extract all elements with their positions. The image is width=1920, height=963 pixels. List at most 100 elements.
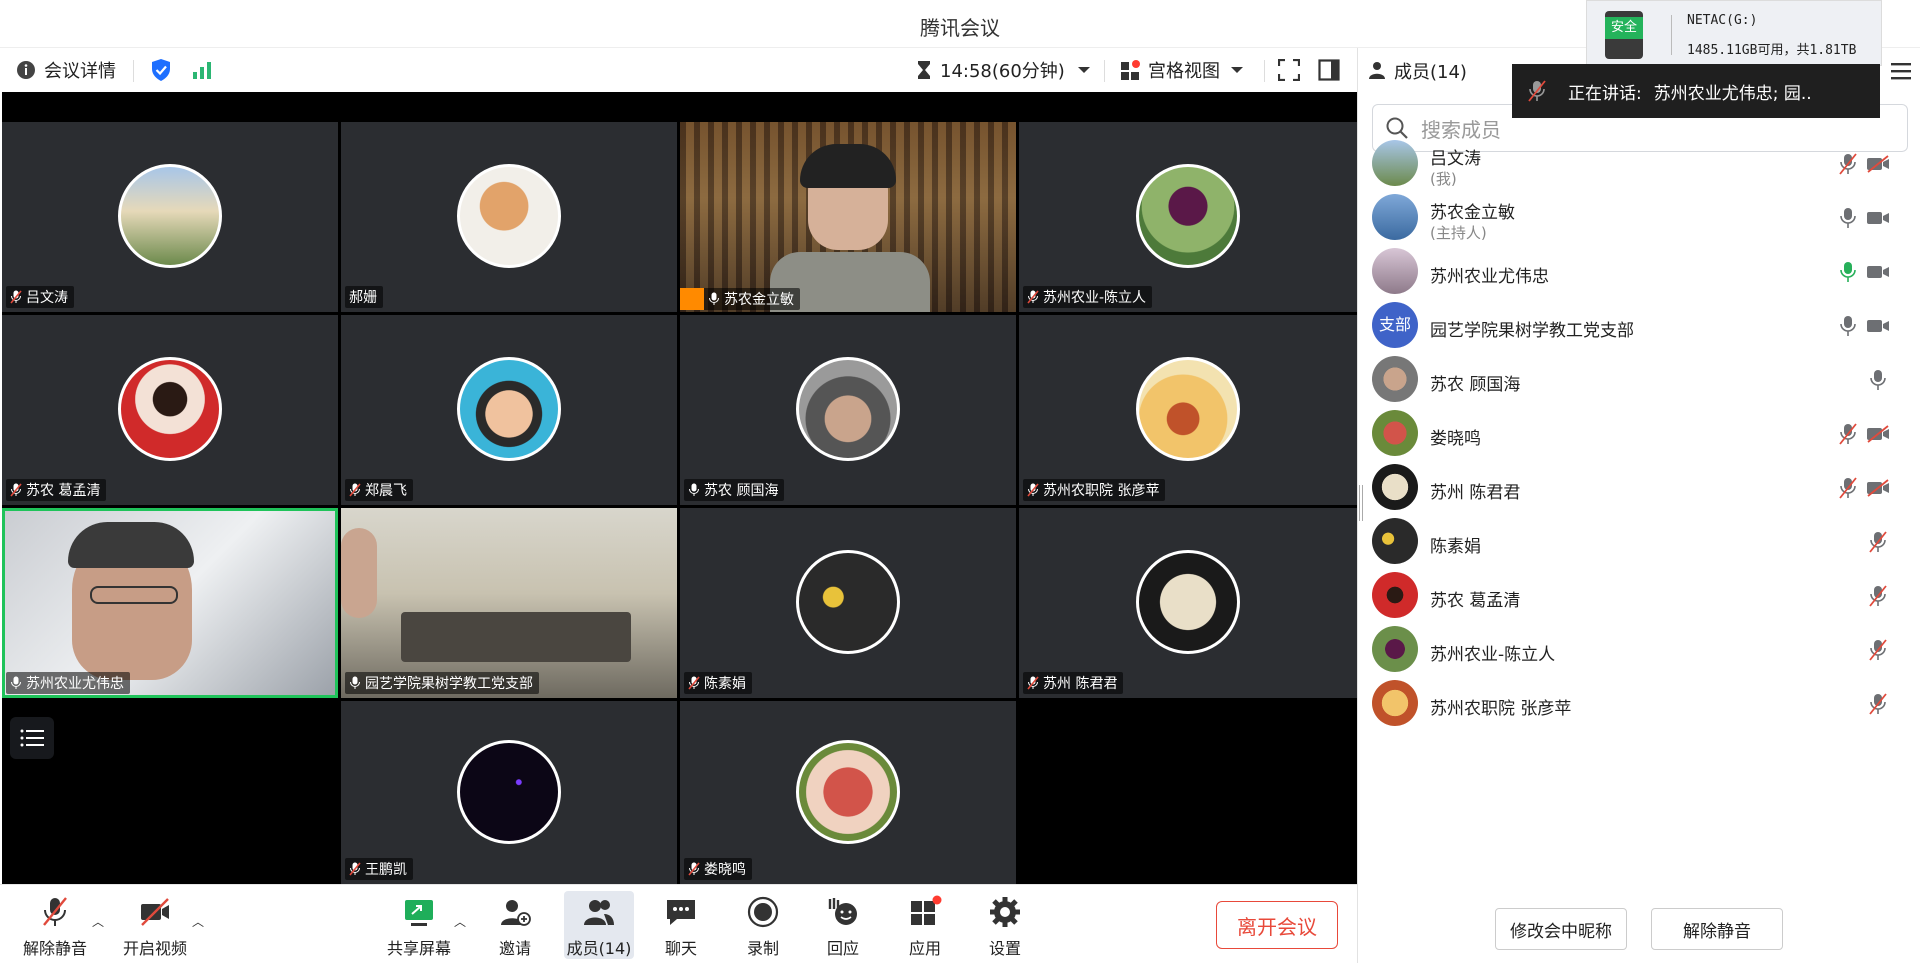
member-name: 吕文涛 <box>1430 149 1481 169</box>
avatar <box>1136 550 1240 654</box>
mic-muted-icon[interactable] <box>1838 423 1858 445</box>
toggle-sidebar-button[interactable] <box>1318 48 1340 92</box>
mic-icon[interactable] <box>1838 315 1858 337</box>
record-label: 录制 <box>746 939 779 958</box>
mic-icon[interactable] <box>1838 261 1858 283</box>
video-tile[interactable]: 王鹏凯 <box>341 701 677 884</box>
start-video-button[interactable]: 开启视频 <box>120 891 190 959</box>
more-menu-button[interactable] <box>1883 52 1919 90</box>
video-tile[interactable]: 郑晨飞 <box>341 315 677 505</box>
member-row[interactable]: 苏州农职院 张彦苹 <box>1372 676 1912 736</box>
member-avatar-text: 支部 <box>1378 315 1411 334</box>
chat-icon <box>667 900 695 925</box>
member-row[interactable]: 娄晓鸣 <box>1372 406 1912 466</box>
member-row[interactable]: 苏农 葛孟清 <box>1372 568 1912 628</box>
video-tile[interactable]: 吕文涛 <box>2 122 338 312</box>
mic-icon[interactable] <box>1838 207 1858 229</box>
mic-muted-icon[interactable] <box>1868 639 1888 661</box>
apps-button[interactable]: 应用 <box>890 891 960 959</box>
react-button[interactable]: 回应 <box>808 891 878 959</box>
member-name: 苏农金立敏 <box>1430 203 1515 223</box>
member-avatar <box>1372 572 1418 618</box>
mic-muted-icon[interactable] <box>1838 477 1858 499</box>
video-tile[interactable]: 苏州农业-陈立人 <box>1019 122 1357 312</box>
mic-muted-icon <box>43 897 67 926</box>
video-tile-camera[interactable]: 苏农金立敏 <box>680 122 1016 312</box>
video-tile-camera-active-speaker[interactable]: 苏州农业尤伟忠 <box>2 508 338 698</box>
mic-muted-icon[interactable] <box>1838 153 1858 175</box>
video-tile[interactable]: 苏农 葛孟清 <box>2 315 338 505</box>
mic-muted-icon[interactable] <box>1868 531 1888 553</box>
share-screen-icon <box>405 900 433 926</box>
mic-icon[interactable] <box>1868 369 1888 391</box>
members-panel: 成员(14) 搜索成员 吕文涛 (我) 苏农金立敏 (主持人) 苏州农业尤伟忠 支部 园艺学… <box>1357 48 1920 963</box>
meeting-timer[interactable]: 14:58(60分钟) <box>916 48 1091 92</box>
member-avatar <box>1372 680 1418 726</box>
share-screen-label: 共享屏幕 <box>386 939 451 958</box>
rename-button[interactable]: 修改会中昵称 <box>1495 908 1627 950</box>
view-mode-button[interactable]: 宫格视图 <box>1120 48 1244 92</box>
member-row[interactable]: 吕文涛 (我) <box>1372 136 1912 196</box>
audio-options-caret[interactable]: ︿ <box>92 913 104 930</box>
camera-off-icon[interactable] <box>1866 155 1890 173</box>
participant-name: 郝姗 <box>349 290 377 306</box>
view-mode-label: 宫格视图 <box>1148 61 1220 82</box>
participant-name: 王鹏凯 <box>365 862 407 878</box>
unmute-all-button[interactable]: 解除静音 <box>1651 908 1783 950</box>
member-avatar <box>1372 356 1418 402</box>
video-tile[interactable]: 苏州 陈君君 <box>1019 508 1357 698</box>
avatar <box>796 739 900 844</box>
chat-button[interactable]: 聊天 <box>646 891 716 959</box>
member-row[interactable]: 支部 园艺学院果树学教工党支部 <box>1372 298 1912 358</box>
member-row[interactable]: 苏农金立敏 (主持人) <box>1372 190 1912 250</box>
members-label: 成员(14) <box>566 939 632 958</box>
participant-name: 苏农 葛孟清 <box>26 483 101 499</box>
camera-off-icon[interactable] <box>1866 425 1890 443</box>
video-tile[interactable]: 娄晓鸣 <box>680 701 1016 884</box>
member-avatar <box>1372 464 1418 510</box>
participant-name: 吕文涛 <box>26 290 68 306</box>
mic-muted-icon[interactable] <box>1868 585 1888 607</box>
record-button[interactable]: 录制 <box>728 891 798 959</box>
fullscreen-button[interactable] <box>1278 48 1300 92</box>
camera-icon[interactable] <box>1866 317 1890 335</box>
settings-button[interactable]: 设置 <box>970 891 1040 959</box>
list-icon <box>20 729 44 747</box>
person-icon <box>1369 62 1385 79</box>
security-shield-button[interactable] <box>150 48 172 92</box>
member-row[interactable]: 陈素娟 <box>1372 514 1912 574</box>
video-tile-camera[interactable]: 园艺学院果树学教工党支部 <box>341 508 677 698</box>
sidebar-icon <box>1318 59 1340 81</box>
video-options-caret[interactable]: ︿ <box>192 913 204 930</box>
react-icon <box>828 898 857 925</box>
member-avatar <box>1372 194 1418 240</box>
tile-nameplate: 苏农 葛孟清 <box>6 479 107 501</box>
share-options-caret[interactable]: ︿ <box>454 913 466 930</box>
list-menu-button[interactable] <box>10 717 54 759</box>
member-row[interactable]: 苏州农业-陈立人 <box>1372 622 1912 682</box>
panel-resize-handle[interactable] <box>1359 485 1363 521</box>
member-row[interactable]: 苏州农业尤伟忠 <box>1372 244 1912 304</box>
video-tile[interactable]: 郝姗 <box>341 122 677 312</box>
camera-off-icon[interactable] <box>1866 479 1890 497</box>
member-name: 苏州农业-陈立人 <box>1430 645 1556 665</box>
meeting-info-button[interactable]: 会议详情 <box>16 48 116 92</box>
mic-muted-icon[interactable] <box>1868 693 1888 715</box>
video-tile[interactable]: 苏州农职院 张彦苹 <box>1019 315 1357 505</box>
member-row[interactable]: 苏农 顾国海 <box>1372 352 1912 412</box>
network-signal-button[interactable] <box>192 48 212 92</box>
members-button[interactable]: 成员(14) <box>564 891 634 959</box>
member-row[interactable]: 苏州 陈君君 <box>1372 460 1912 520</box>
leave-meeting-button[interactable]: 离开会议 <box>1216 901 1338 949</box>
share-screen-button[interactable]: 共享屏幕 <box>384 891 454 959</box>
members-panel-title: 成员(14) <box>1394 62 1467 83</box>
video-tile[interactable]: 苏农 顾国海 <box>680 315 1016 505</box>
camera-icon[interactable] <box>1866 209 1890 227</box>
invite-button[interactable]: 邀请 <box>480 891 550 959</box>
member-avatar <box>1372 518 1418 564</box>
tencent-meeting-window: 腾讯会议 会议详情 14:58(60分钟) 宫格视图 吕文涛 郝姗 苏农金立敏 … <box>0 0 1920 963</box>
video-tile[interactable]: 陈素娟 <box>680 508 1016 698</box>
unmute-button[interactable]: 解除静音 <box>20 891 90 959</box>
camera-icon[interactable] <box>1866 263 1890 281</box>
tile-nameplate: 苏农金立敏 <box>680 288 800 310</box>
